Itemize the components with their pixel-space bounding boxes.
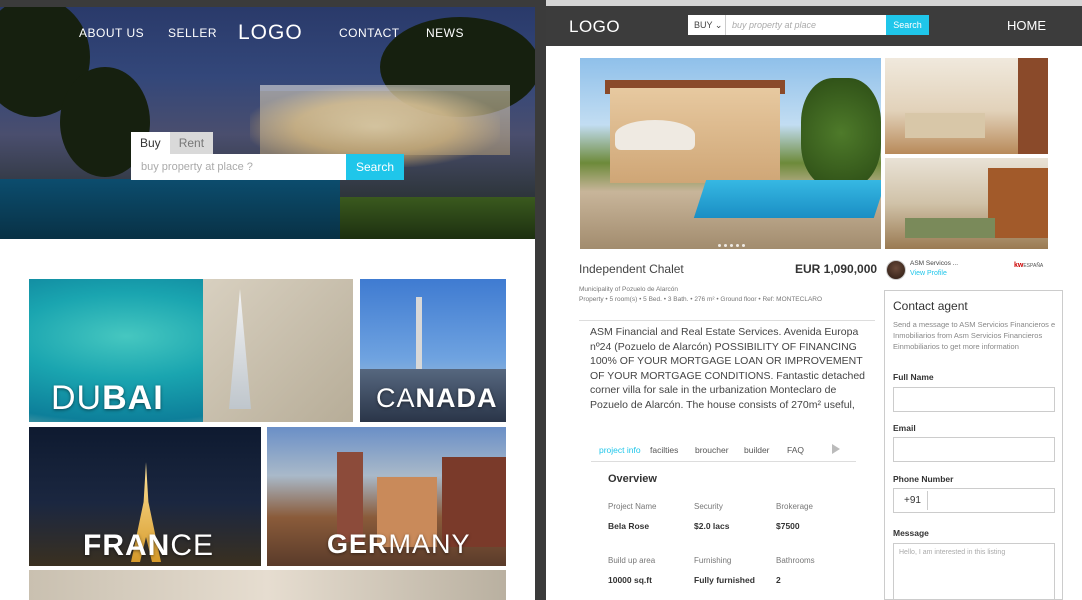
overview-value: 2 — [776, 575, 781, 585]
gallery-thumb-living-room[interactable] — [885, 58, 1048, 154]
tab-facilities[interactable]: facilties — [650, 445, 678, 455]
search-button[interactable]: Search — [886, 15, 929, 35]
brand-sub: ESPAÑA — [1023, 263, 1044, 269]
contact-subtitle: Send a message to ASM Servicios Financie… — [893, 320, 1056, 351]
hero-nav: ABOUT US SELLER LOGO CONTACT NEWS — [0, 21, 535, 47]
search-button[interactable]: Search — [346, 154, 404, 180]
next-arrow-icon[interactable] — [832, 444, 840, 454]
contact-agent-form: Contact agent Send a message to ASM Serv… — [884, 290, 1063, 600]
site-logo[interactable]: LOGO — [238, 21, 303, 45]
overview-key: Security — [694, 502, 723, 511]
overview-key: Furnishing — [694, 556, 732, 565]
tab-faq[interactable]: FAQ — [787, 445, 804, 455]
gallery-main-image[interactable] — [580, 58, 881, 249]
france-label-bold: FRAN — [83, 529, 171, 562]
message-label: Message — [893, 528, 929, 538]
tab-builder[interactable]: builder — [744, 445, 770, 455]
overview-value: $7500 — [776, 521, 800, 531]
property-location: Municipality of Pozuelo de Alarcón — [579, 286, 679, 293]
nav-about-link[interactable]: ABOUT US — [79, 26, 144, 40]
overview-key: Brokerage — [776, 502, 813, 511]
tab-rent[interactable]: Rent — [169, 132, 214, 154]
overview-value: Fully furnished — [694, 575, 755, 585]
full-name-label: Full Name — [893, 372, 934, 382]
germany-label-bold: GER — [327, 529, 389, 559]
contact-title: Contact agent — [893, 299, 968, 313]
brand-logo: kwESPAÑA — [1014, 262, 1043, 269]
dubai-label-bold: BAI — [102, 379, 164, 417]
property-price: EUR 1,090,000 — [795, 262, 878, 276]
nav-home-link[interactable]: HOME — [1007, 18, 1046, 33]
overview-key: Project Name — [608, 502, 657, 511]
full-name-field[interactable] — [893, 387, 1055, 412]
destination-tile-canada[interactable]: CANADA — [360, 279, 506, 422]
phone-label: Phone Number — [893, 474, 954, 484]
hero-search: Buy Rent buy property at place ? Search — [131, 132, 404, 180]
agent-name: ASM Servicos ... — [910, 260, 959, 267]
chevron-down-icon: ⌄ — [714, 20, 723, 30]
phone-field[interactable]: +91 — [893, 488, 1055, 513]
nav-seller-link[interactable]: SELLER — [168, 26, 217, 40]
france-label-light: CE — [170, 529, 215, 562]
project-tabs: project info facilties broucher builder … — [591, 440, 856, 462]
gallery-thumb-kitchen[interactable] — [885, 158, 1048, 249]
germany-label-light: MANY — [388, 529, 471, 559]
overview-key: Build up area — [608, 556, 656, 565]
destination-tile-france[interactable]: FRANCE — [29, 427, 261, 566]
gallery-dots[interactable] — [718, 234, 748, 249]
brand-name: kw — [1014, 262, 1024, 269]
overview-value: Bela Rose — [608, 521, 650, 531]
property-description: ASM Financial and Real Estate Services. … — [590, 326, 866, 411]
property-details: Property • 5 room(s) • 5 Bed. • 3 Bath. … — [579, 296, 823, 303]
tab-project-info[interactable]: project info — [599, 445, 641, 455]
nav-contact-link[interactable]: CONTACT — [339, 26, 400, 40]
destination-tile-partial[interactable] — [29, 570, 506, 600]
overview-key: Bathrooms — [776, 556, 815, 565]
buy-select[interactable]: BUY ⌄ — [688, 15, 726, 35]
email-field[interactable] — [893, 437, 1055, 462]
avatar[interactable] — [886, 260, 906, 280]
overview-value: $2.0 lacs — [694, 521, 730, 531]
nav-news-link[interactable]: NEWS — [426, 26, 464, 40]
destination-tile-germany[interactable]: GERMANY — [267, 427, 506, 566]
destination-tile-dubai[interactable]: DUBAI — [29, 279, 353, 422]
canada-label-bold: NADA — [415, 383, 498, 413]
listing-mockup: LOGO BUY ⌄ buy property at place Search … — [546, 0, 1082, 600]
property-title: Independent Chalet — [579, 262, 684, 276]
email-label: Email — [893, 423, 916, 433]
home-mockup: ABOUT US SELLER LOGO CONTACT NEWS Buy Re… — [0, 7, 535, 600]
overview-title: Overview — [608, 473, 657, 485]
overview-value: 10000 sq.ft — [608, 575, 652, 585]
listing-navbar: LOGO BUY ⌄ buy property at place Search … — [546, 6, 1082, 46]
view-profile-link[interactable]: View Profile — [910, 270, 947, 277]
search-input[interactable]: buy property at place ? — [131, 154, 346, 180]
canada-label-light: CA — [376, 383, 416, 413]
hero-banner: ABOUT US SELLER LOGO CONTACT NEWS Buy Re… — [0, 7, 535, 239]
message-field[interactable]: Hello, I am interested in this listing — [893, 543, 1055, 600]
phone-country-code[interactable]: +91 — [904, 491, 928, 510]
agent-card: ASM Servicos ... View Profile kwESPAÑA — [884, 258, 1064, 284]
divider — [579, 320, 875, 321]
buy-select-value: BUY — [694, 20, 713, 30]
tab-buy[interactable]: Buy — [131, 132, 170, 154]
search-input[interactable]: buy property at place — [726, 15, 886, 35]
tab-brochure[interactable]: broucher — [695, 445, 729, 455]
screenshot-frame: ABOUT US SELLER LOGO CONTACT NEWS Buy Re… — [0, 0, 1082, 600]
dubai-label-light: DU — [51, 379, 103, 417]
site-logo[interactable]: LOGO — [569, 17, 620, 37]
